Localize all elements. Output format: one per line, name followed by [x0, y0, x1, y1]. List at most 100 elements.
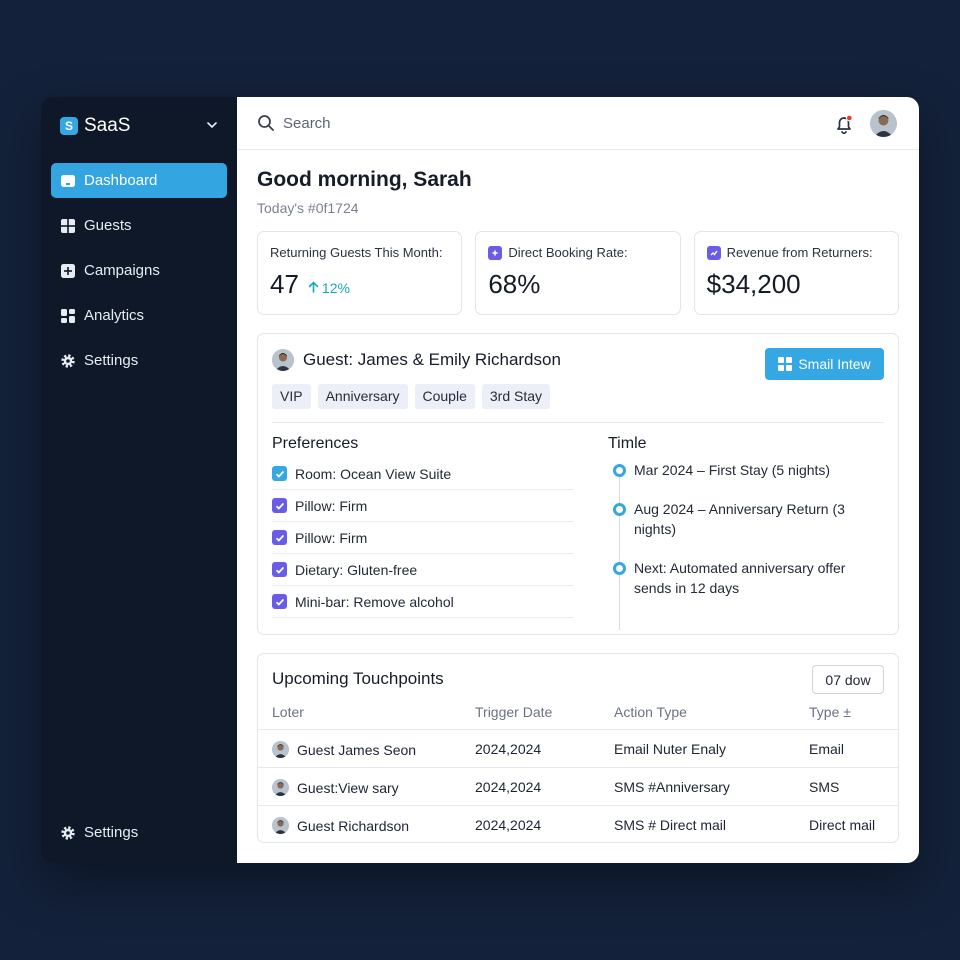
guest-header: Guest: James & Emily Richardson: [272, 349, 561, 371]
stat-card-direct-booking: Direct Booking Rate: 68%: [475, 231, 681, 315]
stat-value: $34,200: [707, 269, 886, 300]
stat-label-text: Direct Booking Rate:: [508, 245, 628, 260]
tag-anniversary[interactable]: Anniversary: [317, 384, 408, 409]
preference-label: Dietary: Gluten-free: [295, 561, 418, 578]
column-header[interactable]: Type ±: [809, 704, 851, 720]
chevron-down-icon[interactable]: [204, 117, 220, 133]
sidebar-item-label: Analytics: [84, 307, 145, 324]
bell-icon[interactable]: [833, 113, 855, 135]
avatar-icon: [272, 779, 289, 796]
sidebar-item-analytics[interactable]: Analytics: [51, 298, 227, 333]
checkbox-checked-icon[interactable]: [272, 594, 287, 609]
range-select[interactable]: 07 dow: [812, 665, 884, 694]
table-row[interactable]: Guest Richardson 2024,2024 SMS # Direct …: [258, 806, 898, 844]
app-window: S SaaS Dashboard Guests Campaigns Analyt…: [41, 97, 919, 863]
plus-square-icon: [61, 263, 75, 278]
sidebar-item-settings[interactable]: Settings: [51, 343, 227, 378]
stat-label: Revenue from Returners:: [706, 245, 886, 260]
guest-tags: VIP Anniversary Couple 3rd Stay: [272, 384, 551, 409]
monitor-icon: [61, 174, 75, 187]
avatar-icon: [870, 110, 897, 137]
gear-icon: [61, 825, 75, 840]
guest-avatar: [272, 349, 294, 371]
preference-label: Pillow: Firm: [295, 497, 368, 514]
timeline-item: Aug 2024 – Anniversary Return (3 nights): [613, 499, 858, 539]
checkbox-checked-icon[interactable]: [272, 530, 287, 545]
sidebar-item-label: Guests: [84, 217, 132, 234]
table-row[interactable]: Guest:View sary 2024,2024 SMS #Anniversa…: [258, 768, 898, 806]
cell-text: Guest James Seon: [297, 741, 417, 758]
sidebar-item-guests[interactable]: Guests: [51, 208, 227, 243]
timeline-title: Timle: [608, 435, 647, 452]
sidebar-item-settings-bottom[interactable]: Settings: [51, 815, 227, 850]
table-row[interactable]: Guest James Seon 2024,2024 Email Nuter E…: [258, 730, 898, 768]
preference-item[interactable]: Pillow: Firm: [272, 522, 574, 554]
guest-profile-card: Guest: James & Emily Richardson Smail In…: [257, 333, 899, 635]
checkbox-checked-icon[interactable]: [272, 562, 287, 577]
checkbox-checked-icon[interactable]: [272, 466, 287, 481]
stat-value: 68%: [488, 269, 667, 300]
stat-number: $34,200: [706, 269, 801, 299]
stats-row: Returning Guests This Month: 47 12% Dire…: [257, 231, 899, 315]
brand-logo-icon: S: [60, 117, 78, 135]
booking-icon: [488, 245, 503, 260]
sidebar-item-label: Settings: [84, 352, 139, 369]
stat-trend: 12%: [308, 280, 350, 296]
preference-item[interactable]: Room: Ocean View Suite: [272, 458, 574, 490]
preference-item[interactable]: Mini-bar: Remove alcohol: [272, 586, 574, 618]
table-cell: Email: [809, 741, 845, 757]
send-email-label: Smail Intew: [798, 356, 871, 372]
column-header[interactable]: Action Type: [614, 704, 687, 720]
stay-timeline: Mar 2024 – First Stay (5 nights) Aug 202…: [613, 460, 883, 630]
tag-vip[interactable]: VIP: [272, 384, 311, 409]
table-header: Loter Trigger Date Action Type Type ±: [258, 696, 898, 730]
page-title: Good morning, Sarah: [257, 168, 472, 191]
sidebar-item-label: Settings: [84, 824, 139, 841]
send-email-button[interactable]: Smail Intew: [765, 348, 884, 380]
avatar-icon: [272, 349, 294, 371]
arrow-up-icon: [308, 281, 319, 293]
stat-label-text: Revenue from Returners:: [726, 245, 873, 260]
stat-value: 47 12%: [270, 269, 449, 300]
brand[interactable]: S SaaS: [60, 115, 220, 137]
divider: [272, 422, 884, 423]
stat-card-revenue: Revenue from Returners: $34,200: [693, 231, 899, 315]
sidebar-item-dashboard[interactable]: Dashboard: [51, 163, 227, 198]
dashboard-icon: [61, 308, 75, 323]
sidebar-item-label: Dashboard: [84, 172, 158, 189]
user-avatar[interactable]: [870, 110, 897, 137]
touchpoints-title: Upcoming Touchpoints: [272, 669, 444, 688]
cell-text: Guest Richardson: [297, 817, 410, 834]
timeline-line: [619, 472, 620, 630]
grid-icon: [61, 218, 75, 233]
sidebar-item-campaigns[interactable]: Campaigns: [51, 253, 227, 288]
search-bar: [257, 114, 583, 132]
guest-name: Guest: James & Emily Richardson: [303, 350, 561, 369]
tag-couple[interactable]: Couple: [414, 384, 475, 409]
checkbox-checked-icon[interactable]: [272, 498, 287, 513]
preference-label: Room: Ocean View Suite: [295, 465, 452, 482]
timeline-dot-icon: [613, 464, 626, 477]
timeline-text: Next: Automated anniversary offer sends …: [634, 560, 846, 596]
timeline-item: Mar 2024 – First Stay (5 nights): [613, 460, 883, 480]
tag-stay-count[interactable]: 3rd Stay: [481, 384, 551, 409]
column-header[interactable]: Trigger Date: [475, 704, 552, 720]
search-input[interactable]: [283, 114, 583, 132]
preference-label: Mini-bar: Remove alcohol: [295, 593, 454, 610]
table-cell: SMS #Anniversary: [614, 779, 730, 795]
preference-item[interactable]: Pillow: Firm: [272, 490, 574, 522]
table-cell: Direct mail: [809, 817, 876, 833]
main-content: Good morning, Sarah Today's #0f1724 Retu…: [237, 97, 919, 863]
sidebar: S SaaS Dashboard Guests Campaigns Analyt…: [41, 97, 237, 863]
preferences-list: Room: Ocean View Suite Pillow: Firm Pill…: [272, 458, 574, 618]
stat-card-returning-guests: Returning Guests This Month: 47 12%: [257, 231, 463, 315]
preference-item[interactable]: Dietary: Gluten-free: [272, 554, 574, 586]
page-subtitle: Today's #0f1724: [257, 200, 359, 216]
avatar-icon: [272, 741, 289, 758]
column-header[interactable]: Loter: [272, 704, 304, 720]
guest-avatar: [272, 741, 289, 758]
timeline-text: Mar 2024 – First Stay (5 nights): [634, 462, 831, 478]
table-cell: 2024,2024: [475, 779, 542, 795]
timeline-item: Next: Automated anniversary offer sends …: [613, 558, 873, 598]
timeline-dot-icon: [613, 503, 626, 516]
